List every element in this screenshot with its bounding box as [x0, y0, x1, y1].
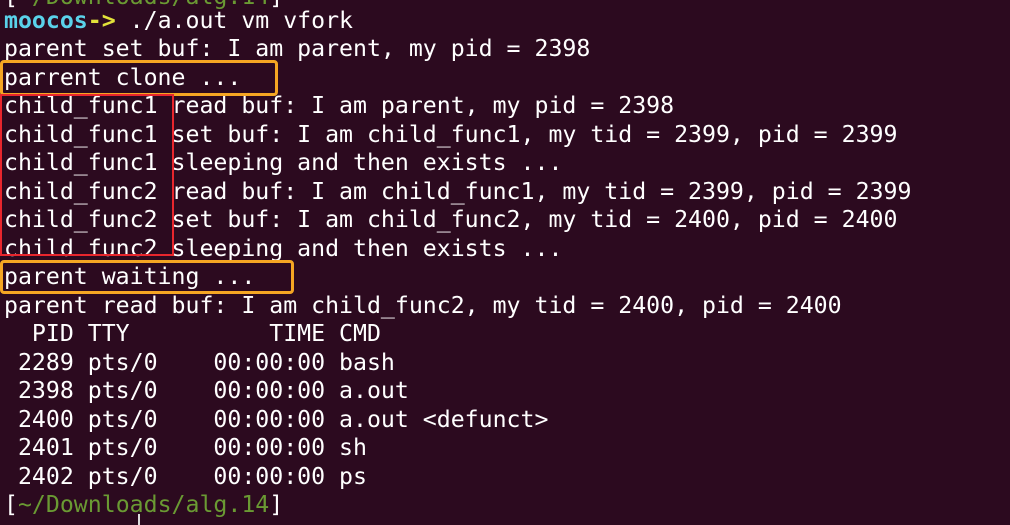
ps-row: 2400 pts/0 00:00:00 a.out <defunct>: [4, 406, 549, 433]
output-line: child_func2 read buf: I am child_func1, …: [4, 178, 912, 205]
ps-row: 2401 pts/0 00:00:00 sh: [4, 434, 367, 461]
command-prompt-line: moocos-> ./a.out vm vfork: [4, 7, 353, 35]
output-line: parrent clone ...: [4, 64, 242, 91]
output-line: parent read buf: I am child_func2, my ti…: [4, 292, 842, 319]
command-text: ./a.out vm vfork: [115, 7, 354, 34]
ps-row: 2398 pts/0 00:00:00 a.out: [4, 377, 409, 404]
output-line: parent set buf: I am parent, my pid = 23…: [4, 35, 591, 62]
prompt-bracket-open: [: [4, 491, 18, 518]
ps-row: 2402 pts/0 00:00:00 ps: [4, 463, 367, 490]
output-line: child_func2 set buf: I am child_func2, m…: [4, 206, 898, 233]
prompt-user: moocos: [4, 7, 88, 34]
ps-row: 2289 pts/0 00:00:00 bash: [4, 349, 395, 376]
ps-header-line: PID TTY TIME CMD: [4, 320, 381, 347]
output-line: parent waiting ...: [4, 263, 256, 290]
prompt-path: ~/Downloads/alg.14: [17, 491, 270, 518]
output-line: child_func1 sleeping and then exists ...: [4, 149, 563, 176]
output-line: child_func2 sleeping and then exists ...: [4, 235, 563, 262]
prompt-bracket-close: ]: [269, 491, 284, 518]
output-line: child_func1 set buf: I am child_func1, m…: [4, 121, 898, 148]
final-prompt-line: [~/Downloads/alg.14]: [4, 491, 283, 519]
text-cursor: [138, 514, 140, 525]
output-line: child_func1 read buf: I am parent, my pi…: [4, 92, 675, 119]
prompt-arrow: ->: [87, 7, 116, 34]
terminal-window[interactable]: [~/Downloads/alg.14] moocos-> ./a.out vm…: [0, 0, 1010, 525]
